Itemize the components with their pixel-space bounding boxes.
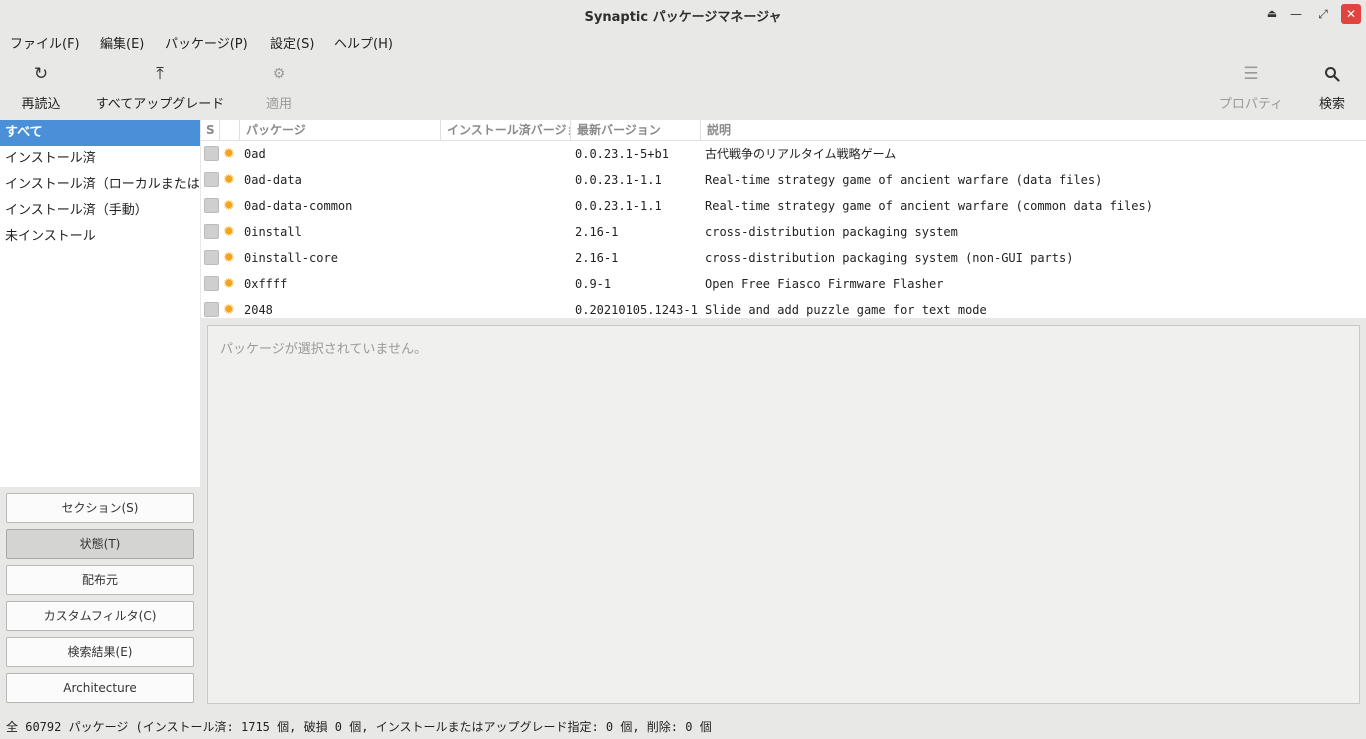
package-description: cross-distribution packaging system [705, 225, 958, 239]
no-package-selected-message: パッケージが選択されていません。 [220, 342, 427, 357]
filter-item-installed[interactable]: インストール済 [0, 146, 200, 172]
filter-item-all[interactable]: すべて [0, 120, 200, 146]
table-row[interactable]: ✹ 0install 2.16-1 cross-distribution packag… [201, 219, 1366, 245]
column-installed-version[interactable]: インストール済バージョン [441, 120, 571, 141]
upgrade-arrow-icon: ⤒ [156, 64, 164, 84]
package-count-status: 全 60792 パッケージ (インストール済: 1715 個, 破損 0 個, … [6, 720, 712, 734]
package-name: 0ad-data-common [244, 199, 353, 213]
apply-button[interactable]: ⚙ 適用 [262, 62, 296, 112]
package-status-checkbox[interactable] [204, 224, 219, 239]
package-status-checkbox[interactable] [204, 302, 219, 317]
apply-label: 適用 [265, 97, 292, 112]
column-description[interactable]: 説明 [701, 120, 1366, 141]
supported-package-icon: ✹ [223, 224, 235, 240]
supported-package-icon: ✹ [223, 276, 235, 292]
package-details: パッケージが選択されていません。 [207, 325, 1360, 704]
package-status-checkbox[interactable] [204, 276, 219, 291]
title-bar: Synaptic パッケージマネージャ ⏏ — ⤢ ✕ [0, 0, 1366, 28]
menu-help[interactable]: ヘルプ(H) [334, 33, 393, 52]
package-name: 0install [244, 225, 302, 239]
table-row[interactable]: ✹ 0ad-data-common 0.0.23.1-1.1 Real-time st… [201, 193, 1366, 219]
menu-settings[interactable]: 設定(S) [270, 33, 314, 52]
package-name: 0ad [244, 147, 266, 161]
package-status-checkbox[interactable] [204, 172, 219, 187]
reload-label: 再読込 [21, 97, 61, 112]
column-latest-version[interactable]: 最新バージョン [571, 120, 701, 141]
eject-icon[interactable]: ⏏ [1262, 4, 1282, 24]
supported-package-icon: ✹ [223, 146, 235, 162]
custom-filter-button[interactable]: カスタムフィルタ(C) [6, 601, 194, 631]
architecture-button[interactable]: Architecture [6, 673, 194, 703]
search-icon [1316, 62, 1348, 86]
package-latest-version: 2.16-1 [575, 251, 619, 265]
package-description: Open Free Fiasco Firmware Flasher [705, 277, 944, 291]
properties-label: プロパティ [1218, 97, 1284, 112]
package-description: Real-time strategy game of ancient warfa… [705, 199, 1153, 213]
table-row[interactable]: ✹ 0ad-data 0.0.23.1-1.1 Real-time strategy … [201, 167, 1366, 193]
filter-list: すべて インストール済 インストール済（ローカルまたは インストール済（手動） … [0, 120, 200, 487]
package-name: 2048 [244, 303, 273, 317]
package-name: 0ad-data [244, 173, 302, 187]
column-package[interactable]: パッケージ [240, 120, 441, 141]
package-description: Real-time strategy game of ancient warfa… [705, 173, 1103, 187]
filter-buttons: セクション(S) 状態(T) 配布元 カスタムフィルタ(C) 検索結果(E) A… [0, 487, 200, 709]
search-button[interactable]: 検索 [1316, 62, 1348, 112]
properties-list-icon: ☰ [1243, 64, 1259, 84]
upgrade-all-label: すべてアップグレード [95, 97, 225, 112]
package-description: 古代戦争のリアルタイム戦略ゲーム [705, 147, 897, 161]
supported-package-icon: ✹ [223, 302, 235, 318]
search-label: 検索 [1318, 97, 1345, 112]
window-title: Synaptic パッケージマネージャ [584, 10, 782, 25]
filter-item-installed-manual[interactable]: インストール済（手動） [0, 198, 200, 224]
upgrade-all-button[interactable]: ⤒ すべてアップグレード [95, 62, 225, 112]
package-status-checkbox[interactable] [204, 146, 219, 161]
package-latest-version: 0.0.23.1-5+b1 [575, 147, 669, 161]
toolbar: ↻ 再読込 ⤒ すべてアップグレード ⚙ 適用 ☰ プロパティ 検索 [0, 54, 1366, 120]
package-name: 0install-core [244, 251, 338, 265]
table-row[interactable]: ✹ 2048 0.20210105.1243-1 Slide and add puzz… [201, 297, 1366, 318]
maximize-icon[interactable]: ⤢ [1313, 4, 1333, 24]
reload-icon: ↻ [33, 64, 49, 84]
package-list-header: S パッケージ インストール済バージョン 最新バージョン 説明 [201, 120, 1366, 141]
package-status-checkbox[interactable] [204, 198, 219, 213]
column-status[interactable]: S [201, 120, 220, 141]
package-list: S パッケージ インストール済バージョン 最新バージョン 説明 ✹ 0ad 0.0.… [201, 120, 1366, 318]
status-button[interactable]: 状態(T) [6, 529, 194, 559]
filter-item-not-installed[interactable]: 未インストール [0, 224, 200, 250]
minimize-icon[interactable]: — [1286, 4, 1306, 24]
apply-gear-icon: ⚙ [272, 66, 286, 82]
package-latest-version: 0.0.23.1-1.1 [575, 199, 662, 213]
reload-button[interactable]: ↻ 再読込 [20, 62, 62, 112]
column-support[interactable] [220, 120, 240, 141]
status-bar: 全 60792 パッケージ (インストール済: 1715 個, 破損 0 個, … [0, 711, 1366, 739]
supported-package-icon: ✹ [223, 198, 235, 214]
menu-edit[interactable]: 編集(E) [100, 33, 144, 52]
package-name: 0xffff [244, 277, 288, 291]
close-icon[interactable]: ✕ [1341, 4, 1361, 24]
package-status-checkbox[interactable] [204, 250, 219, 265]
package-latest-version: 0.20210105.1243-1 [575, 303, 698, 317]
package-description: cross-distribution packaging system (non… [705, 251, 1074, 265]
package-description: Slide and add puzzle game for text mode [705, 303, 987, 317]
package-latest-version: 0.0.23.1-1.1 [575, 173, 662, 187]
supported-package-icon: ✹ [223, 172, 235, 188]
search-results-button[interactable]: 検索結果(E) [6, 637, 194, 667]
menu-file[interactable]: ファイル(F) [10, 33, 80, 52]
sections-button[interactable]: セクション(S) [6, 493, 194, 523]
origin-button[interactable]: 配布元 [6, 565, 194, 595]
supported-package-icon: ✹ [223, 250, 235, 266]
package-latest-version: 2.16-1 [575, 225, 619, 239]
menu-package[interactable]: パッケージ(P) [165, 33, 248, 52]
table-row[interactable]: ✹ 0install-core 2.16-1 cross-distribution p… [201, 245, 1366, 271]
filter-item-installed-local[interactable]: インストール済（ローカルまたは [0, 172, 200, 198]
table-row[interactable]: ✹ 0ad 0.0.23.1-5+b1 古代戦争のリアルタイム戦略ゲーム [201, 141, 1366, 167]
menu-bar: ファイル(F) 編集(E) パッケージ(P) 設定(S) ヘルプ(H) [0, 28, 1366, 54]
properties-button[interactable]: ☰ プロパティ [1218, 62, 1284, 112]
table-row[interactable]: ✹ 0xffff 0.9-1 Open Free Fiasco Firmware Fl… [201, 271, 1366, 297]
package-latest-version: 0.9-1 [575, 277, 612, 291]
